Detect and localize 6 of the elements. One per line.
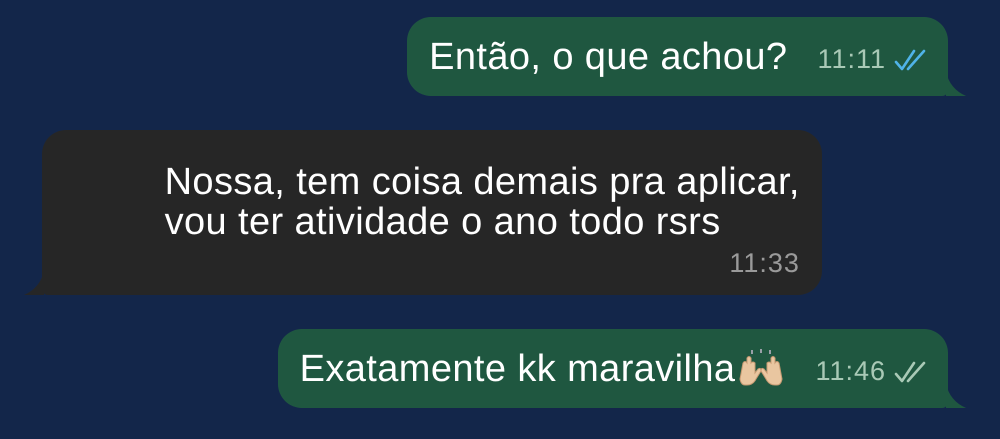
message-text: Exatamente kk maravilha xyxy=(300,349,736,389)
message-time: 11:11 xyxy=(817,44,886,75)
message-time: 11:33 xyxy=(729,248,800,279)
message-text: Então, o que achou? xyxy=(429,37,788,77)
message-time: 11:46 xyxy=(815,356,886,387)
message-text: Nossa, tem coisa demais pra aplicar, vou ter atividade o ano todo rsrs xyxy=(164,162,800,242)
